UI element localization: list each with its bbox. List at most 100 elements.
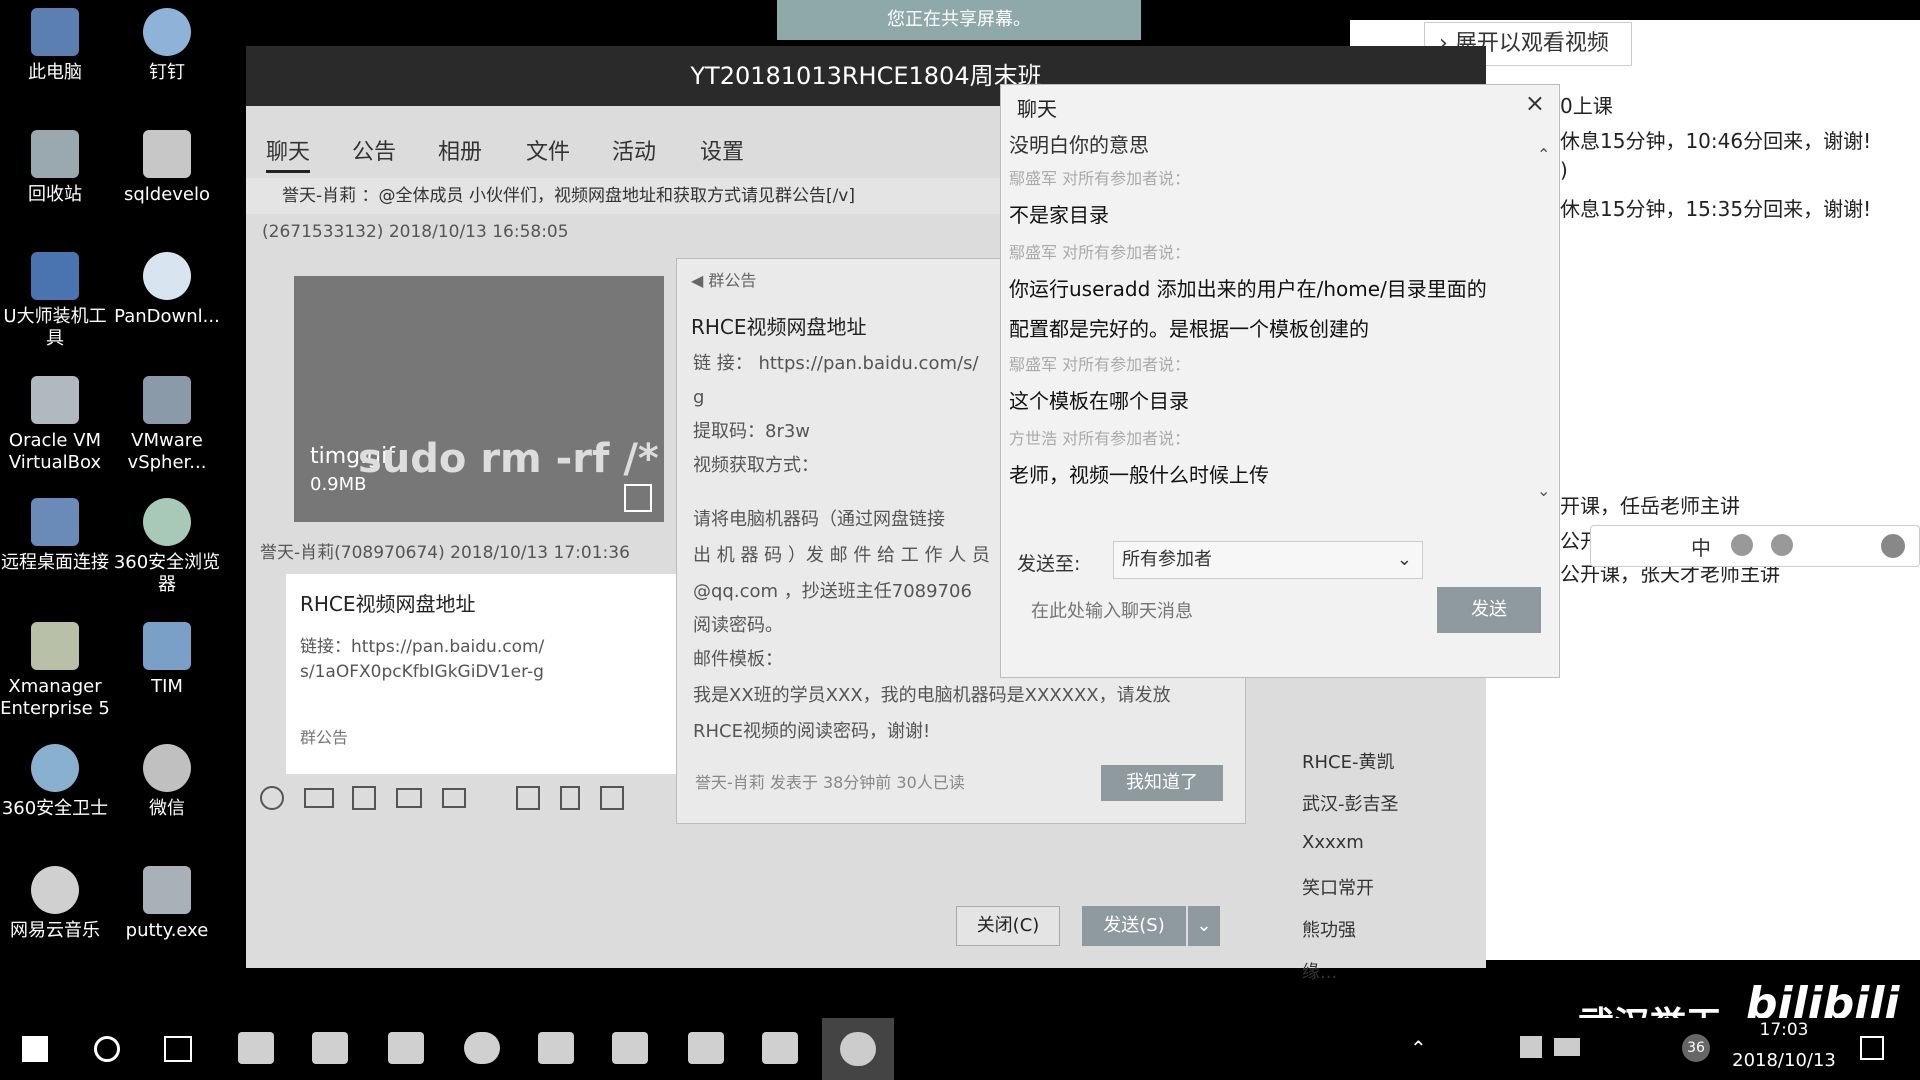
send-to-label: 发送至:: [1017, 553, 1081, 575]
tab-activity[interactable]: 活动: [612, 134, 656, 166]
gift-icon[interactable]: [516, 786, 540, 810]
chat-message: 你运行useradd 添加出来的用户在/home/目录里面的: [1009, 277, 1487, 301]
announcement-line: 视频获取方式：: [693, 455, 819, 476]
chevron-up-icon[interactable]: ⌃: [1410, 1036, 1427, 1060]
excel-icon[interactable]: [538, 1032, 574, 1064]
member-item[interactable]: 笑口常开: [1302, 874, 1374, 900]
download-icon[interactable]: [624, 484, 652, 512]
chat-message-input[interactable]: [1015, 591, 1435, 631]
ie-browser-icon[interactable]: [464, 1032, 500, 1064]
battery-icon[interactable]: [1554, 1038, 1580, 1056]
announcement-line: RHCE视频的阅读密码，谢谢!: [693, 721, 931, 742]
action-center-icon[interactable]: [1860, 1036, 1884, 1060]
member-item[interactable]: 缘...: [1302, 958, 1337, 984]
member-item[interactable]: RHCE-黄凯: [1302, 748, 1394, 774]
file-explorer-icon[interactable]: [312, 1032, 348, 1064]
recycle-bin-icon: [31, 130, 79, 178]
desktop-icon-xmanager[interactable]: Xmanager Enterprise 5: [0, 622, 110, 720]
scissors-icon[interactable]: [352, 786, 376, 810]
clock-date[interactable]: 2018/10/13: [1720, 1050, 1848, 1071]
send-to-select[interactable]: 所有参加者 ⌄: [1113, 541, 1423, 579]
desktop-icon-360browser[interactable]: 360安全浏览器: [112, 498, 222, 596]
desktop-icon-vmware[interactable]: VMware vSpher...: [112, 376, 222, 474]
ime-toolbar[interactable]: 中: [1590, 525, 1920, 567]
windows-start-icon[interactable]: [22, 1036, 48, 1062]
announcement-line: g: [693, 387, 705, 408]
announcement-line: 我是XX班的学员XXX，我的电脑机器码是XXXXXX，请发放: [693, 685, 1171, 706]
desktop-icon-pandownload[interactable]: PanDownl...: [112, 252, 222, 328]
chat-message: 没明白你的意思: [1009, 133, 1149, 157]
tab-announcements[interactable]: 公告: [352, 134, 396, 166]
announcement-header: ◀ 群公告: [691, 267, 756, 291]
chevron-down-icon[interactable]: ⌄: [1188, 906, 1220, 946]
mic-icon[interactable]: [1771, 534, 1793, 556]
remote-desktop-taskbar-icon[interactable]: [688, 1032, 724, 1064]
announcement-line: 请将电脑机器码（通过网盘链接: [693, 509, 945, 530]
icon-label: 网易云音乐: [10, 920, 100, 941]
member-item[interactable]: 熊功强: [1302, 916, 1356, 942]
virtualbox-taskbar-icon[interactable]: [612, 1032, 648, 1064]
chat-scrollbar[interactable]: ⌃ ⌄: [1537, 145, 1551, 525]
clock-time[interactable]: 17:03: [1720, 1020, 1848, 1040]
notepad-icon[interactable]: [388, 1032, 424, 1064]
image-caption: sudo rm -rf /*: [358, 436, 659, 482]
member-item[interactable]: Xxxxm: [1302, 832, 1364, 853]
member-item[interactable]: 武汉-彭吉圣: [1302, 790, 1399, 816]
message-sender: 鄢盛军 对所有参加者说：: [1009, 169, 1191, 188]
card-link: s/1aOFX0pcKfbIGkGiDV1er-g: [300, 662, 544, 682]
desktop-icon-recycle[interactable]: 回收站: [0, 130, 110, 206]
tab-album[interactable]: 相册: [438, 134, 482, 166]
pinned-notice[interactable]: 誉天-肖莉 ：@全体成员 小伙伴们，视频网盘地址和获取方式请见群公告[/v]: [246, 178, 1006, 214]
desktop-icon-remote-desktop[interactable]: 远程桌面连接: [0, 498, 110, 574]
search-icon[interactable]: [94, 1036, 120, 1062]
announcement-line: 链 接： https://pan.baidu.com/s/: [693, 353, 979, 374]
desktop-icon-dingtalk[interactable]: 钉钉: [112, 8, 222, 84]
image-icon[interactable]: [442, 788, 466, 808]
bell-icon[interactable]: [600, 786, 624, 810]
chevron-down-icon[interactable]: ⌄: [1537, 481, 1550, 500]
announcement-line: 邮件模板：: [693, 649, 783, 670]
desktop-icon-sqldeveloper[interactable]: sqldevelo: [112, 130, 222, 206]
meeting-app-icon: [840, 1032, 876, 1066]
announcement-line: 阅读密码。: [693, 615, 783, 636]
close-icon[interactable]: ×: [1525, 89, 1545, 117]
gif-image[interactable]: timg.gif 0.9MB sudo rm -rf /*: [294, 276, 664, 522]
chat-message: 老师，视频一般什么时候上传: [1009, 463, 1269, 487]
desktop-icon-computer[interactable]: 此电脑: [0, 8, 110, 84]
screen-share-banner: 您正在共享屏幕。: [777, 0, 1141, 40]
desktop-icon-udashi[interactable]: U大师装机工具: [0, 252, 110, 350]
chat-send-button[interactable]: 发送: [1437, 587, 1541, 633]
chevron-up-icon[interactable]: ⌃: [1537, 145, 1550, 164]
icon-label: 钉钉: [149, 62, 185, 83]
desktop-icon-wechat[interactable]: 微信: [112, 744, 222, 820]
desktop-icon-360safe[interactable]: 360安全卫士: [0, 744, 110, 820]
tab-files[interactable]: 文件: [526, 134, 570, 166]
settings-icon[interactable]: [1881, 534, 1905, 558]
chat-title: 聊天: [1017, 97, 1057, 121]
announcement-card[interactable]: RHCE视频网盘地址 链接：https://pan.baidu.com/ s/1…: [286, 574, 676, 774]
emoji-icon[interactable]: [260, 786, 284, 810]
pandownload-icon: [143, 252, 191, 300]
tab-settings[interactable]: 设置: [700, 134, 744, 166]
send-button[interactable]: 发送(S): [1082, 906, 1186, 946]
got-it-button[interactable]: 我知道了: [1101, 765, 1223, 801]
desktop-icon-tim[interactable]: TIM: [112, 622, 222, 698]
desktop-icon-virtualbox[interactable]: Oracle VM VirtualBox: [0, 376, 110, 474]
icon-label: sqldevelo: [123, 184, 211, 205]
close-button[interactable]: 关闭(C): [956, 906, 1060, 946]
desktop-icon-music[interactable]: 网易云音乐: [0, 866, 110, 942]
notification-badge[interactable]: 36: [1682, 1034, 1710, 1062]
sticky-notes-icon[interactable]: [762, 1032, 798, 1064]
desktop-icon-putty[interactable]: putty.exe: [112, 866, 222, 942]
volume-icon[interactable]: [1520, 1036, 1542, 1058]
gif-icon[interactable]: [304, 788, 334, 808]
active-taskbar-app[interactable]: [822, 1018, 894, 1080]
moon-icon[interactable]: [1731, 534, 1753, 556]
tim-icon: [143, 622, 191, 670]
task-view-icon[interactable]: [164, 1036, 192, 1062]
archive-icon[interactable]: [560, 786, 580, 810]
folder-icon[interactable]: [396, 788, 422, 808]
taskbar-app-icon[interactable]: [238, 1032, 274, 1064]
tab-chat[interactable]: 聊天: [266, 134, 311, 173]
ime-mode-label[interactable]: 中: [1691, 532, 1711, 561]
